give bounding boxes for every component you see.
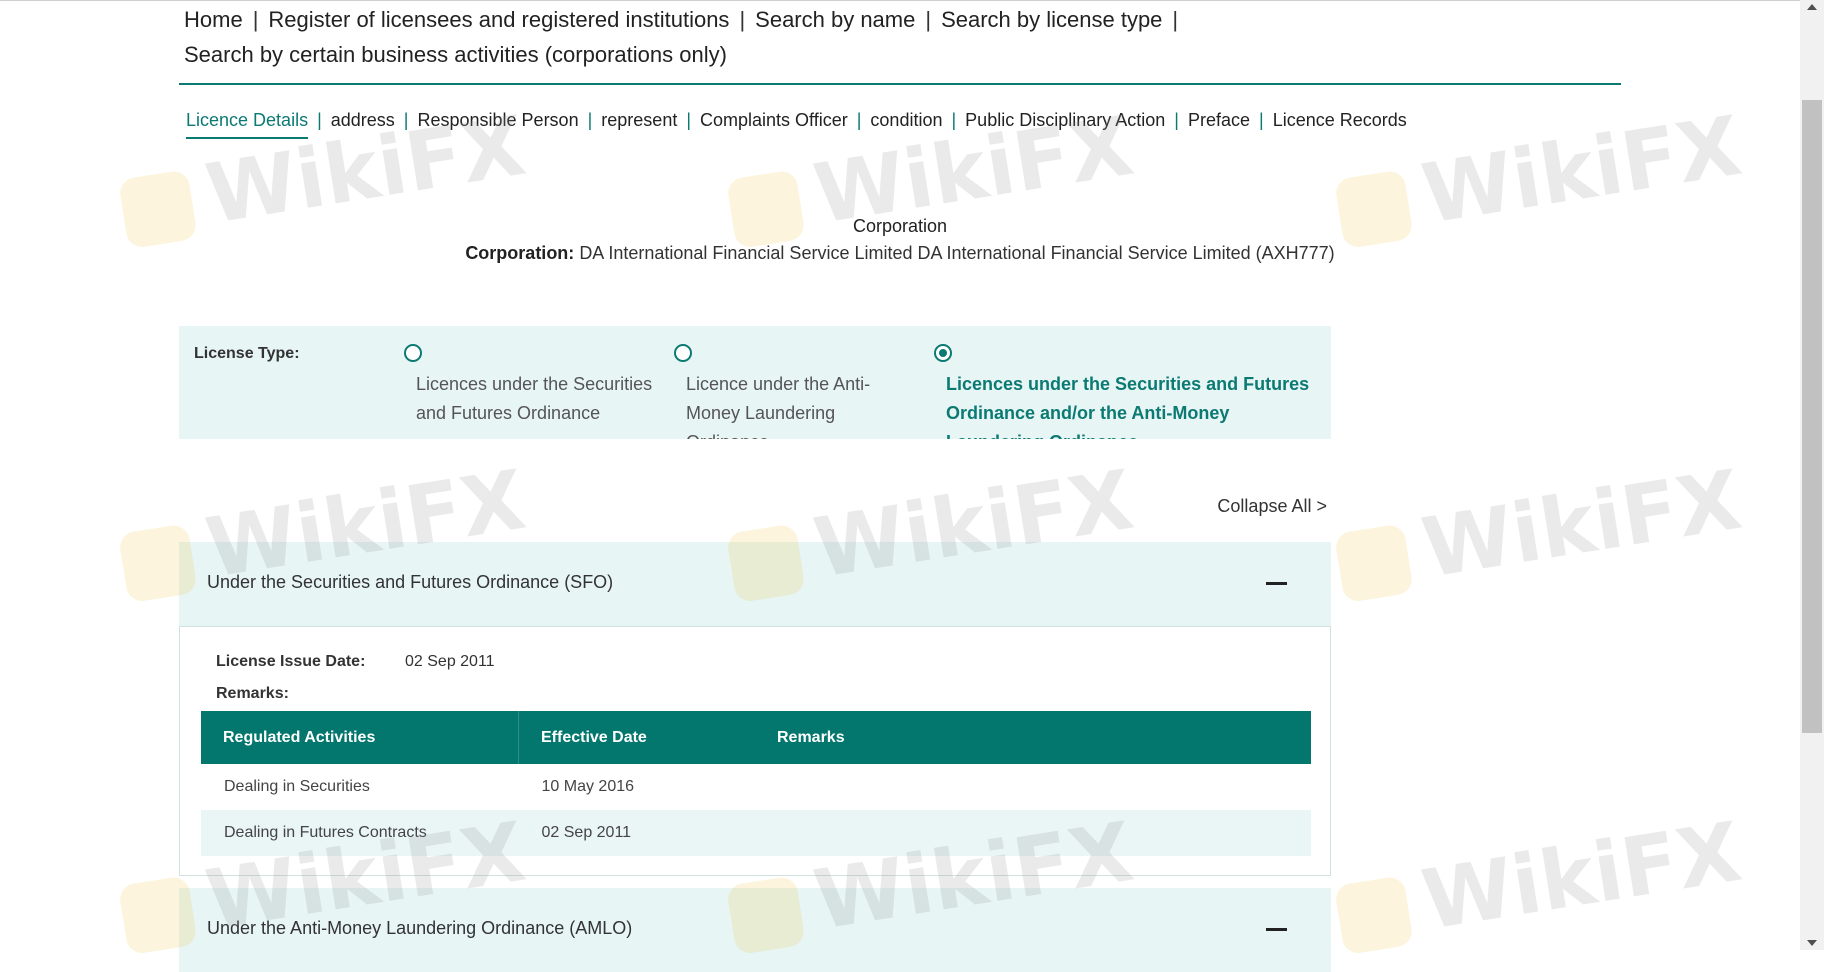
nav-divider [179, 83, 1621, 85]
radio-button[interactable] [674, 344, 692, 362]
tab-represent[interactable]: represent [601, 110, 677, 137]
corporation-label: Corporation: [465, 243, 575, 263]
regulated-activities-table: Regulated Activities Effective Date Rema… [201, 711, 1311, 856]
license-type-label: License Type: [194, 345, 300, 362]
tab-separator: | [1259, 110, 1264, 130]
radio-button[interactable] [404, 344, 422, 362]
watermark-logo-icon [1333, 522, 1414, 603]
tab-licence-records[interactable]: Licence Records [1273, 110, 1407, 137]
top-nav: Home | Register of licensees and registere… [184, 2, 1624, 72]
table-cell: Dealing in Futures Contracts [201, 810, 519, 856]
tab-separator: | [686, 110, 692, 130]
tab-separator: | [587, 110, 593, 130]
scroll-down-arrow-icon[interactable] [1807, 940, 1817, 946]
nav-separator: | [1172, 7, 1179, 32]
collapse-all-link[interactable]: Collapse All > [1217, 496, 1327, 517]
tab-separator: | [951, 110, 957, 130]
top-border [0, 0, 1806, 1]
section-title: Under the Securities and Futures Ordinan… [207, 572, 614, 592]
section-header-sfo[interactable]: Under the Securities and Futures Ordinan… [179, 542, 1331, 626]
license-option-amlo[interactable]: Licence under the Anti-Money Laundering … [674, 344, 886, 439]
tab-complaints-officer[interactable]: Complaints Officer [700, 110, 848, 137]
minus-icon[interactable] [1266, 928, 1287, 931]
watermark-logo-icon [1333, 874, 1414, 955]
section-header-amlo[interactable]: Under the Anti-Money Laundering Ordinanc… [179, 888, 1331, 972]
nav-register-link[interactable]: Register of licensees and registered ins… [268, 7, 729, 32]
issue-date-label: License Issue Date: [216, 653, 366, 670]
tab-separator: | [317, 110, 322, 130]
vertical-scrollbar[interactable] [1800, 0, 1824, 950]
column-header: Regulated Activities [201, 711, 519, 764]
nav-separator: | [925, 7, 932, 32]
table-row: Dealing in Securities 10 May 2016 [201, 764, 1311, 810]
nav-separator: | [739, 7, 746, 32]
corporation-name: Corporation: DA International Financial … [0, 243, 1800, 264]
section-body-sfo: License Issue Date: 02 Sep 2011 Remarks:… [179, 626, 1331, 876]
watermark: WikiFX [1331, 453, 1747, 610]
tab-address[interactable]: address [331, 110, 395, 137]
tab-licence-details[interactable]: Licence Details [186, 110, 309, 139]
tab-preface[interactable]: Preface [1188, 110, 1250, 137]
table-cell: 02 Sep 2011 [518, 810, 755, 856]
nav-separator: | [252, 7, 259, 32]
table-cell [755, 764, 1311, 810]
table-row: Dealing in Futures Contracts 02 Sep 2011 [201, 810, 1311, 856]
issue-date-value: 02 Sep 2011 [405, 653, 495, 670]
scroll-up-arrow-icon[interactable] [1807, 4, 1817, 10]
remarks-label: Remarks: [216, 685, 289, 702]
column-header: Effective Date [518, 711, 755, 764]
tab-condition[interactable]: condition [870, 110, 942, 137]
tab-separator: | [856, 110, 862, 130]
nav-search-business-link[interactable]: Search by certain business activities (c… [184, 42, 727, 67]
tab-separator: | [1174, 110, 1179, 130]
tab-responsible-person[interactable]: Responsible Person [417, 110, 578, 137]
nav-search-license-type-link[interactable]: Search by license type [941, 7, 1162, 32]
column-header: Remarks [755, 711, 1311, 764]
tab-public-disciplinary-action[interactable]: Public Disciplinary Action [965, 110, 1165, 137]
table-cell: Dealing in Securities [201, 764, 519, 810]
corporation-value: DA International Financial Service Limit… [579, 243, 1335, 263]
license-option-label: Licences under the Securities and Future… [416, 374, 653, 423]
radio-button-selected[interactable] [934, 344, 952, 362]
license-option-sfo[interactable]: Licences under the Securities and Future… [404, 344, 656, 428]
minus-icon[interactable] [1266, 582, 1287, 585]
table-header-row: Regulated Activities Effective Date Rema… [201, 711, 1311, 764]
sub-nav: Licence Details | address | Responsible Pers… [186, 110, 1407, 139]
license-option-both[interactable]: Licences under the Securities and Future… [934, 344, 1330, 439]
table-cell: 10 May 2016 [518, 764, 755, 810]
tab-separator: | [403, 110, 409, 130]
license-type-panel: License Type: Licences under the Securit… [179, 326, 1331, 439]
page-title: Corporation [852, 216, 948, 236]
scrollbar-thumb[interactable] [1802, 100, 1822, 733]
table-cell [755, 810, 1311, 856]
license-option-label: Licence under the Anti-Money Laundering … [686, 374, 871, 439]
nav-search-name-link[interactable]: Search by name [755, 7, 915, 32]
watermark: WikiFX [1331, 805, 1747, 962]
license-option-label: Licences under the Securities and Future… [946, 374, 1310, 439]
nav-home-link[interactable]: Home [184, 7, 243, 32]
section-title: Under the Anti-Money Laundering Ordinanc… [207, 918, 633, 938]
